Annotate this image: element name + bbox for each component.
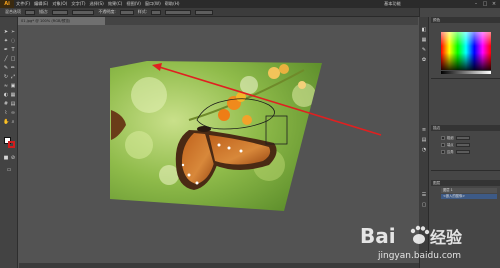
skewed-image[interactable]: [110, 61, 322, 211]
menu-select[interactable]: 选择(S): [88, 0, 106, 8]
paw-icon: [410, 225, 430, 244]
transparency-panel-icon[interactable]: ◔: [421, 147, 427, 153]
style-select[interactable]: [151, 9, 162, 15]
color-spectrum-shade: [441, 32, 491, 70]
watermark-url: jingyan.baidu.com: [377, 251, 461, 261]
menu-view[interactable]: 视图(V): [124, 0, 143, 8]
watermark-brand: Bai: [360, 224, 396, 248]
stroke-weight-input[interactable]: [455, 135, 470, 140]
menu-help[interactable]: 帮助(H): [163, 0, 182, 8]
color-panel-header[interactable]: 颜色: [431, 17, 500, 23]
status-bar: [19, 263, 419, 268]
watermark-logo: Bai 经验 jingyan.baidu.com: [360, 224, 463, 261]
menu-bar: Ai 文件(F) 编辑(E) 对象(O) 文字(T) 选择(S) 效果(C) 视…: [0, 0, 500, 8]
eyedropper-tool-icon[interactable]: ⌇: [3, 110, 9, 116]
opacity-field[interactable]: [119, 9, 134, 15]
menu-type[interactable]: 文字(T): [69, 0, 87, 8]
mesh-tool-icon[interactable]: #: [3, 101, 9, 107]
stroke-row: 边角: [441, 149, 486, 154]
pencil-tool-icon[interactable]: ✏: [10, 65, 16, 71]
stroke-row-label: 端点: [447, 143, 454, 147]
type-tool-icon[interactable]: T: [10, 47, 16, 53]
stroke-swatch[interactable]: [8, 141, 15, 148]
control-label: 混合选项: [5, 9, 21, 14]
paintbrush-tool-icon[interactable]: ✎: [3, 65, 9, 71]
brush-select[interactable]: [72, 9, 95, 15]
menu-object[interactable]: 对象(O): [50, 0, 69, 8]
panel-divider: [431, 170, 500, 171]
workspace-switcher[interactable]: 基本功能: [382, 0, 403, 8]
menu-effect[interactable]: 效果(C): [106, 0, 125, 8]
watermark-brand-suffix: 经验: [430, 228, 463, 247]
none-mode-icon[interactable]: ⊘: [10, 155, 16, 161]
selection-tool-icon[interactable]: ➤: [3, 29, 9, 35]
color-panel-icon[interactable]: ◧: [421, 27, 427, 33]
direct-selection-tool-icon[interactable]: ➢: [10, 29, 16, 35]
app-logo: Ai: [0, 0, 14, 8]
grayscale-ramp[interactable]: [441, 71, 491, 74]
stroke-row: 端点: [441, 142, 486, 147]
fill-swatch-control[interactable]: [25, 9, 35, 15]
line-tool-icon[interactable]: ╱: [3, 56, 9, 62]
stroke-checkbox[interactable]: [441, 149, 445, 154]
transform-controls[interactable]: [195, 9, 214, 15]
free-transform-tool-icon[interactable]: ▣: [10, 83, 16, 89]
swatches-panel-icon[interactable]: ▦: [421, 37, 427, 43]
color-mode-icon[interactable]: ■: [3, 155, 9, 161]
stroke-row: 粗细: [441, 135, 486, 140]
zoom-tool-icon[interactable]: ⌕: [10, 119, 16, 125]
brushes-panel-icon[interactable]: ✎: [421, 47, 427, 53]
stroke-panel-icon[interactable]: ≡: [421, 127, 427, 133]
layers-panel-icon[interactable]: ☰: [421, 192, 427, 198]
rectangle-tool-icon[interactable]: □: [10, 56, 16, 62]
layer-row-selected[interactable]: <嵌入的图像>: [441, 194, 497, 199]
screen-mode-icon[interactable]: ▭: [6, 167, 12, 173]
watermark: Bai 经验 jingyan.baidu.com: [360, 218, 480, 263]
stroke-row-label: 粗细: [447, 136, 454, 140]
stroke-checkbox[interactable]: [441, 142, 445, 147]
shape-builder-tool-icon[interactable]: ◐: [3, 92, 9, 98]
close-icon[interactable]: ×: [490, 0, 498, 8]
stroke-corner-input[interactable]: [455, 149, 470, 154]
blend-tool-icon[interactable]: ∞: [10, 110, 16, 116]
artboards-panel-icon[interactable]: ▢: [421, 202, 427, 208]
menu-window[interactable]: 窗口(W): [143, 0, 163, 8]
artwork-svg: [110, 61, 382, 211]
pen-tool-icon[interactable]: ✒: [3, 47, 9, 53]
rotate-tool-icon[interactable]: ↻: [3, 74, 9, 80]
hand-tool-icon[interactable]: ✋: [3, 119, 9, 125]
stroke-row-label: 边角: [447, 150, 454, 154]
stroke-panel-header[interactable]: 描边: [431, 125, 500, 131]
perspective-grid-tool-icon[interactable]: ▦: [10, 92, 16, 98]
gradient-tool-icon[interactable]: ▤: [10, 101, 16, 107]
style-label: 样式:: [137, 9, 148, 14]
layers-panel-header[interactable]: 图层: [431, 180, 500, 186]
magic-wand-tool-icon[interactable]: ✦: [3, 38, 9, 44]
panel-divider: [431, 78, 500, 79]
menu-file[interactable]: 文件(F): [14, 0, 32, 8]
symbols-panel-icon[interactable]: ✿: [421, 57, 427, 63]
stroke-cap-input[interactable]: [455, 142, 470, 147]
minimize-icon[interactable]: –: [472, 0, 480, 8]
tools-panel: ➤ ➢ ✦ ◌ ✒ T ╱ □ ✎ ✏ ↻ ⤢ ≈ ▣ ◐ ▦ # ▤ ⌇ ∞ …: [0, 17, 18, 268]
illustrator-window: Ai 文件(F) 编辑(E) 对象(O) 文字(T) 选择(S) 效果(C) 视…: [0, 0, 500, 268]
stroke-checkbox[interactable]: [441, 135, 445, 140]
stroke-weight-field[interactable]: [52, 9, 69, 15]
stroke-label: 描边:: [39, 9, 49, 14]
document-tab[interactable]: 01.jpg* @ 100% (RGB/预览): [18, 17, 106, 25]
maximize-icon[interactable]: □: [481, 0, 489, 8]
menu-edit[interactable]: 编辑(E): [32, 0, 50, 8]
gradient-panel-icon[interactable]: ▤: [421, 137, 427, 143]
scale-tool-icon[interactable]: ⤢: [10, 74, 16, 80]
canvas-area[interactable]: [19, 25, 419, 268]
opacity-label: 不透明度:: [98, 9, 116, 14]
lasso-tool-icon[interactable]: ◌: [10, 38, 16, 44]
warp-tool-icon[interactable]: ≈: [3, 83, 9, 89]
layer-row[interactable]: 图层 1: [441, 188, 497, 193]
align-controls[interactable]: [165, 9, 192, 15]
